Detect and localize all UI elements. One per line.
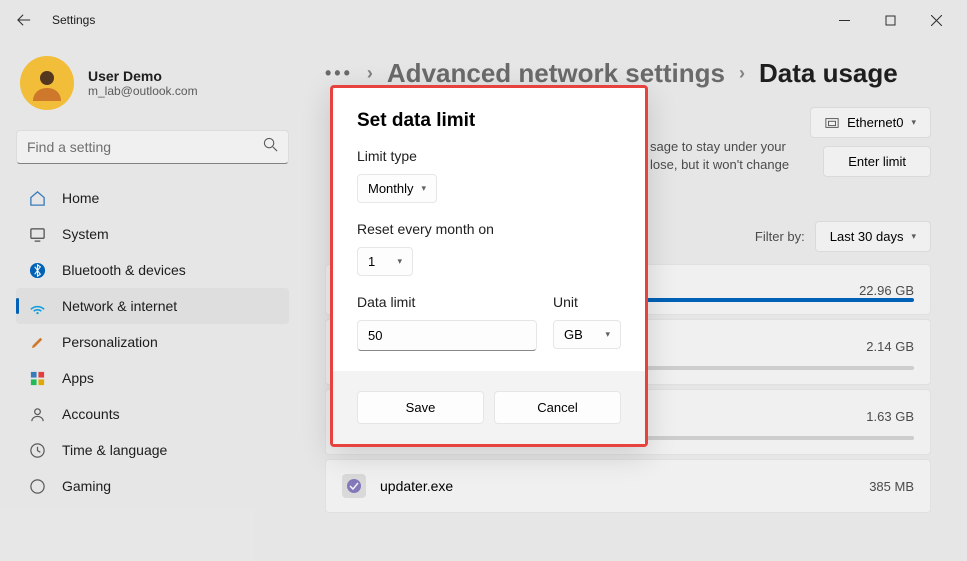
data-limit-label: Data limit [357,294,537,310]
limit-type-selector[interactable]: Monthly ▾ [357,174,437,203]
unit-label: Unit [553,294,621,310]
chevron-down-icon: ▾ [605,329,610,340]
modal-title: Set data limit [357,110,621,132]
limit-type-label: Limit type [357,148,621,164]
unit-selector[interactable]: GB ▾ [553,320,621,349]
chevron-down-icon: ▾ [397,256,402,267]
set-data-limit-modal: Set data limit Limit type Monthly ▾ Rese… [330,85,648,447]
chevron-down-icon: ▾ [422,183,427,194]
reset-day-label: Reset every month on [357,221,621,237]
data-limit-input[interactable] [357,320,537,351]
reset-day-selector[interactable]: 1 ▾ [357,247,413,276]
cancel-button[interactable]: Cancel [494,391,621,424]
save-button[interactable]: Save [357,391,484,424]
